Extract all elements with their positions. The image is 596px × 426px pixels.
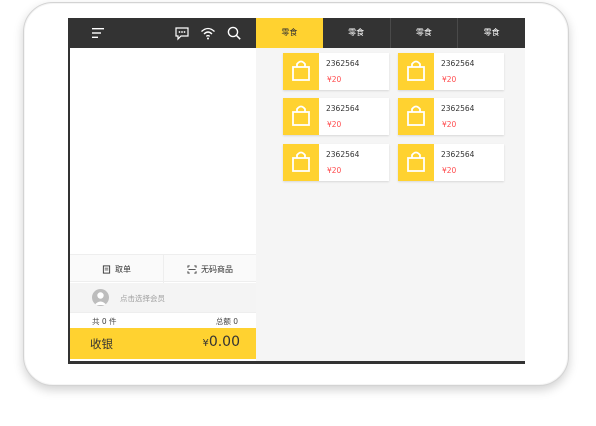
shopping-bag-icon: [292, 60, 310, 81]
select-member-prompt: 点击选择会员: [120, 294, 165, 303]
wifi-icon[interactable]: [200, 25, 216, 41]
product-card[interactable]: 2362564 ¥20: [398, 98, 504, 135]
scan-icon: [187, 264, 197, 274]
product-card[interactable]: 2362564 ¥20: [283, 53, 389, 90]
menu-icon[interactable]: [90, 25, 106, 41]
receipt-icon: [102, 264, 111, 274]
no-barcode-item-label: 无码商品: [201, 264, 233, 274]
cart-items-area: [70, 48, 256, 254]
checkout-label: 收银: [90, 337, 113, 351]
product-price: ¥20: [327, 75, 342, 84]
product-card[interactable]: 2362564 ¥20: [398, 144, 504, 181]
top-toolbar: [70, 18, 256, 48]
product-card[interactable]: 2362564 ¥20: [398, 53, 504, 90]
screen-bottom-edge: [68, 361, 525, 364]
category-tabs: 零食 零食 零食 零食: [256, 18, 525, 48]
product-code: 2362564: [441, 104, 475, 113]
category-tab[interactable]: 零食: [391, 18, 459, 48]
product-code: 2362564: [326, 59, 360, 68]
product-code: 2362564: [326, 150, 360, 159]
cart-summary: 共 0 件 总额 0: [70, 312, 256, 328]
pos-screen: 取单 无码商品 点击选择会员 共 0 件 总额 0 收银 ¥0.00 零食 零食…: [68, 18, 525, 364]
product-thumbnail: [283, 53, 319, 90]
category-tab[interactable]: 零食: [323, 18, 391, 48]
product-thumbnail: [398, 53, 434, 90]
shopping-bag-icon: [407, 105, 425, 126]
product-price: ¥20: [442, 120, 457, 129]
product-price: ¥20: [327, 166, 342, 175]
item-count: 共 0 件: [92, 317, 117, 326]
shopping-bag-icon: [292, 151, 310, 172]
chat-icon[interactable]: [174, 25, 190, 41]
take-order-button[interactable]: 取单: [70, 255, 163, 283]
checkout-amount: 0.00: [208, 334, 240, 350]
product-thumbnail: [398, 98, 434, 135]
product-code: 2362564: [326, 104, 360, 113]
select-member-row[interactable]: 点击选择会员: [70, 283, 256, 312]
product-code: 2362564: [441, 150, 475, 159]
cart-panel: 取单 无码商品 点击选择会员 共 0 件 总额 0 收银 ¥0.00: [70, 18, 256, 362]
product-thumbnail: [398, 144, 434, 181]
product-card[interactable]: 2362564 ¥20: [283, 144, 389, 181]
product-price: ¥20: [442, 166, 457, 175]
category-tab[interactable]: 零食: [458, 18, 525, 48]
no-barcode-item-button[interactable]: 无码商品: [163, 255, 256, 283]
product-thumbnail: [283, 98, 319, 135]
checkout-button[interactable]: 收银 ¥0.00: [70, 328, 256, 359]
product-panel: 零食 零食 零食 零食 2362564 ¥20 2362564 ¥20 2362…: [256, 18, 525, 362]
shopping-bag-icon: [292, 105, 310, 126]
product-price: ¥20: [327, 120, 342, 129]
product-thumbnail: [283, 144, 319, 181]
search-icon[interactable]: [226, 25, 242, 41]
shopping-bag-icon: [407, 151, 425, 172]
user-avatar-icon: [92, 289, 109, 306]
total-amount: 总额 0: [215, 317, 238, 326]
take-order-label: 取单: [115, 264, 131, 274]
cart-actions: 取单 无码商品: [70, 254, 256, 283]
shopping-bag-icon: [407, 60, 425, 81]
category-tab[interactable]: 零食: [256, 18, 323, 48]
product-price: ¥20: [442, 75, 457, 84]
product-code: 2362564: [441, 59, 475, 68]
product-card[interactable]: 2362564 ¥20: [283, 98, 389, 135]
checkout-total: ¥0.00: [202, 334, 240, 350]
